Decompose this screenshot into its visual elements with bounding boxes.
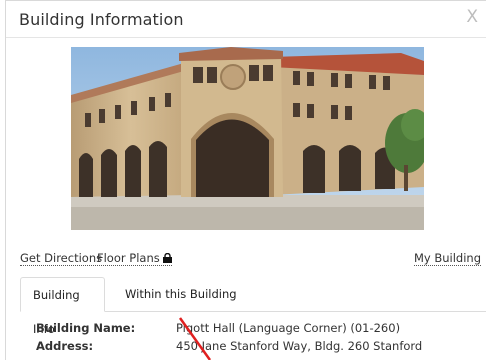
building-info-dialog: Building Information X Get Directions Fl… [5, 0, 486, 360]
building-name-row: Building Name: Pigott Hall (Language Cor… [36, 321, 486, 339]
building-info-panel: Building Name: Pigott Hall (Language Cor… [36, 321, 486, 357]
floor-plans-link[interactable]: Floor Plans [97, 251, 172, 266]
tab-building-info[interactable]: Building Info [20, 277, 105, 336]
info-tabs: Building Info Within this Building [20, 277, 486, 336]
address-label: Address: [36, 339, 94, 353]
address-row: Address: 450 Jane Stanford Way, Bldg. 26… [36, 339, 486, 357]
building-links: Get Directions Floor Plans My Building [20, 251, 481, 267]
close-button[interactable]: X [466, 7, 478, 27]
floor-plans-label: Floor Plans [97, 251, 160, 265]
address-value: 450 Jane Stanford Way, Bldg. 260 Stanfor… [176, 339, 423, 353]
get-directions-link[interactable]: Get Directions [20, 251, 103, 266]
building-photo [71, 47, 424, 230]
lock-icon [162, 253, 172, 263]
my-building-link[interactable]: My Building [413, 251, 481, 266]
dialog-title: Building Information [19, 10, 184, 29]
building-name-label: Building Name: [36, 321, 136, 335]
dialog-header: Building Information X [6, 1, 486, 38]
tab-within-this-building[interactable]: Within this Building [113, 277, 249, 311]
building-name-value: Pigott Hall (Language Corner) (01-260) [176, 321, 401, 335]
